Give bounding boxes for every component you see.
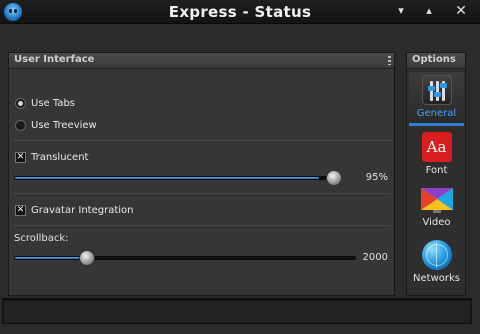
checkbox[interactable]: ✕ xyxy=(15,204,26,216)
gravatar-option[interactable]: ✕ Gravatar Integration xyxy=(15,203,133,217)
status-bar xyxy=(2,298,472,324)
panel-header: User Interface xyxy=(9,53,394,69)
maximize-button[interactable]: ▴ xyxy=(420,2,438,20)
use-treeview-option[interactable]: Use Treeview xyxy=(15,118,97,132)
panel-title: User Interface xyxy=(14,54,95,65)
option-font-label: Font xyxy=(425,165,448,176)
use-tabs-label: Use Tabs xyxy=(31,97,75,109)
option-video[interactable]: Video xyxy=(409,183,464,237)
scrollback-slider-fill xyxy=(15,257,87,259)
close-button[interactable]: ✕ xyxy=(452,2,470,20)
option-networks-label: Networks xyxy=(413,273,460,284)
radio-button[interactable] xyxy=(15,119,26,131)
translucent-option[interactable]: ✕ Translucent xyxy=(15,150,88,164)
divider xyxy=(13,225,390,226)
use-treeview-label: Use Treeview xyxy=(31,119,97,131)
font-icon: Aa xyxy=(421,132,452,162)
video-icon xyxy=(420,188,453,213)
scrollback-value: 2000 xyxy=(362,252,388,263)
gravatar-label: Gravatar Integration xyxy=(31,204,134,216)
checkbox[interactable]: ✕ xyxy=(15,151,26,163)
scrollback-slider[interactable] xyxy=(14,256,356,260)
scrollback-label: Scrollback: xyxy=(14,233,69,244)
option-general-label: General xyxy=(416,108,457,119)
globe-icon xyxy=(421,240,452,270)
sliders-icon xyxy=(421,75,452,105)
option-networks[interactable]: Networks xyxy=(409,237,464,291)
grip-icon[interactable] xyxy=(388,56,391,65)
divider xyxy=(13,193,390,194)
radio-button[interactable] xyxy=(15,97,26,109)
divider xyxy=(13,140,390,141)
translucent-slider[interactable] xyxy=(14,176,336,180)
option-video-label: Video xyxy=(422,217,451,228)
translucent-slider-handle[interactable] xyxy=(326,170,342,186)
use-tabs-option[interactable]: Use Tabs xyxy=(15,96,75,110)
scrollback-slider-handle[interactable] xyxy=(79,250,95,266)
minimize-button[interactable]: ▾ xyxy=(392,2,410,20)
options-title: Options xyxy=(412,54,456,65)
options-header: Options xyxy=(407,53,465,69)
title-bar: Express - Status ▾ ▴ ✕ xyxy=(0,0,480,24)
option-font[interactable]: Aa Font xyxy=(409,129,464,183)
options-panel: Options General Aa Font Video Networks xyxy=(406,52,466,296)
translucent-value: 95% xyxy=(365,172,388,183)
option-general[interactable]: General xyxy=(409,72,464,126)
translucent-slider-fill xyxy=(15,177,319,179)
translucent-label: Translucent xyxy=(31,151,89,163)
user-interface-panel: User Interface Use Tabs Use Treeview ✕ T… xyxy=(8,52,395,296)
